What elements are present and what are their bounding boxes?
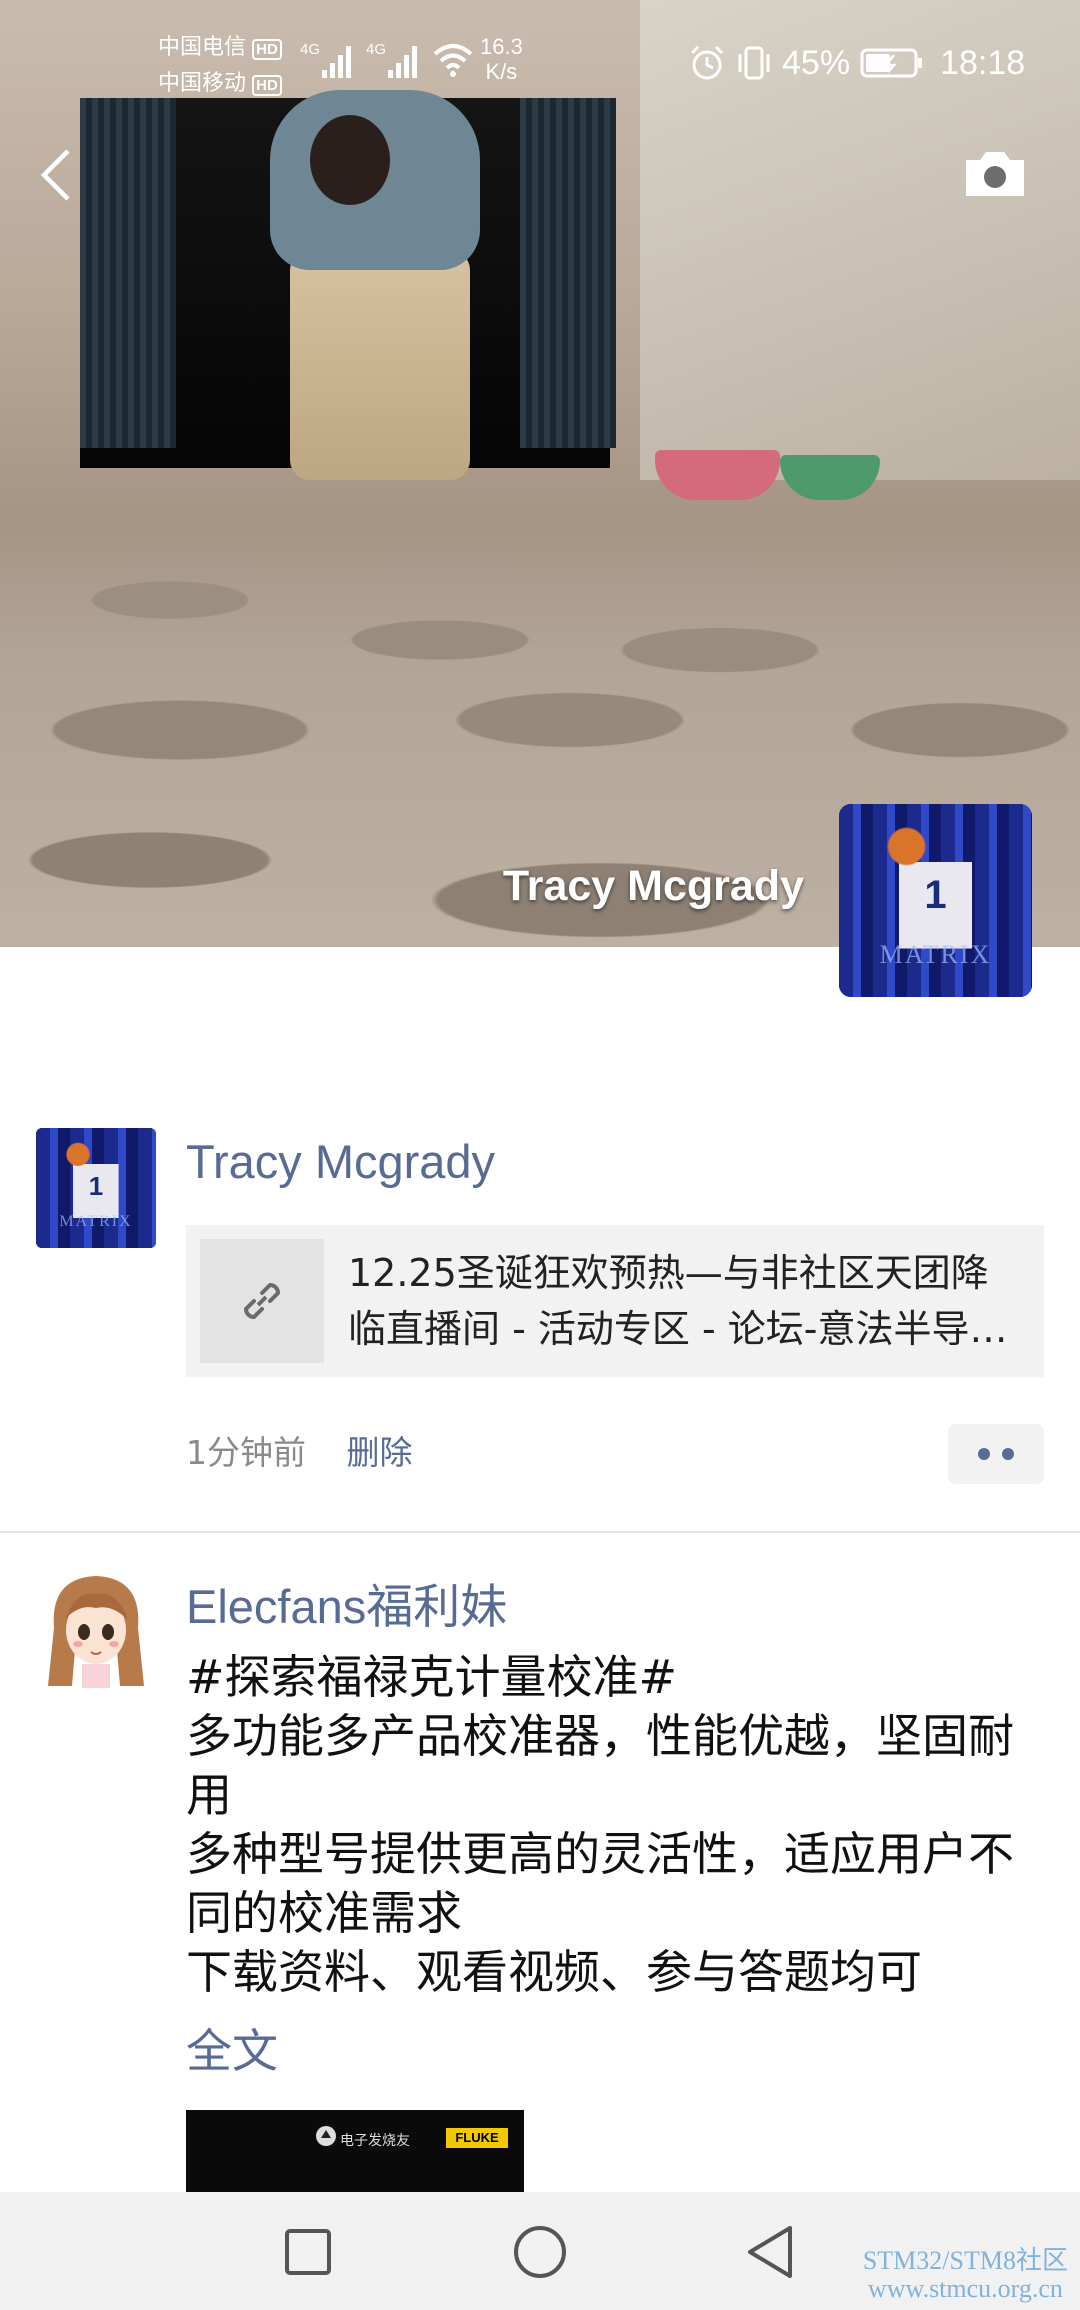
cover-person-legs bbox=[290, 250, 470, 480]
signal-icon: 4G bbox=[366, 36, 426, 85]
network-speed: 16.3 K/s bbox=[480, 34, 523, 84]
author-name[interactable]: Elecfans福利妹 bbox=[186, 1568, 507, 1637]
avatar-caption: MATRIX bbox=[879, 939, 992, 969]
post-body-text: #探索福禄克计量校准# 多功能多产品校准器，性能优越，坚固耐用 多种型号提供更高… bbox=[186, 1650, 1014, 1999]
carrier-1: 中国电信 bbox=[158, 34, 247, 59]
circle-icon[interactable] bbox=[510, 2222, 570, 2282]
watermark-line-1: STM32/STM8社区 bbox=[862, 2246, 1068, 2275]
network-2: 4G bbox=[366, 41, 386, 58]
shared-link-card[interactable]: 12.25圣诞狂欢预热—与非社区天团降临直播间 - 活动专区 - 论坛-意法半导… bbox=[186, 1225, 1044, 1377]
chevron-left-icon[interactable] bbox=[36, 145, 76, 205]
camera-icon[interactable] bbox=[962, 148, 1028, 200]
link-icon bbox=[200, 1239, 324, 1363]
author-avatar[interactable] bbox=[36, 1568, 156, 1688]
square-icon[interactable] bbox=[278, 2222, 338, 2282]
speed-unit: K/s bbox=[485, 59, 518, 84]
status-right: 45% 18:18 bbox=[688, 40, 1025, 86]
cover-owner-name: Tracy Mcgrady bbox=[502, 862, 804, 910]
more-dots-icon[interactable] bbox=[948, 1424, 1044, 1484]
speed-value: 16.3 bbox=[480, 34, 523, 59]
cover-green-basin bbox=[780, 455, 880, 500]
avatar-caption: MATRIX bbox=[59, 1213, 133, 1231]
vibrate-icon bbox=[738, 46, 770, 80]
triangle-back-icon[interactable] bbox=[740, 2222, 800, 2282]
battery-icon bbox=[860, 48, 923, 78]
avatar-jersey-number: 1 bbox=[924, 873, 947, 918]
post-time: 1分钟前 bbox=[186, 1433, 306, 1472]
post-meta: 1分钟前 删除 bbox=[186, 1426, 413, 1474]
link-title: 12.25圣诞狂欢预热—与非社区天团降临直播间 - 活动专区 - 论坛-意法半导… bbox=[348, 1251, 1008, 1351]
cover-person-head bbox=[310, 115, 390, 205]
network-1: 4G bbox=[300, 41, 320, 58]
image-partner-logo: FLUKE bbox=[446, 2128, 508, 2148]
image-brand-text: 电子发烧友 bbox=[340, 2133, 410, 2149]
cover-door-left bbox=[80, 98, 176, 448]
author-avatar[interactable]: 1 MATRIX bbox=[36, 1128, 156, 1248]
battery-percent: 45% bbox=[782, 43, 851, 82]
hd-badge: HD bbox=[252, 39, 282, 60]
watermark-line-2: www.stmcu.org.cn bbox=[867, 2274, 1063, 2303]
author-name[interactable]: Tracy Mcgrady bbox=[186, 1134, 495, 1189]
carrier-2: 中国移动 bbox=[158, 70, 247, 95]
wifi-icon bbox=[432, 40, 474, 83]
delete-button[interactable]: 删除 bbox=[347, 1433, 413, 1472]
carrier-info: 中国电信 HD 中国移动 HD bbox=[158, 30, 282, 102]
brand-logo-icon bbox=[316, 2126, 336, 2146]
signal-icon: 4G bbox=[300, 36, 360, 85]
alarm-icon bbox=[690, 45, 724, 80]
cover-door-right bbox=[520, 98, 616, 448]
full-text-link[interactable]: 全文 bbox=[186, 2015, 278, 2081]
status-bar: 中国电信 HD 中国移动 HD 4G 4G 16.3 K/s 45% 18:18 bbox=[0, 0, 1080, 120]
cover-avatar[interactable]: 1 MATRIX bbox=[839, 804, 1032, 997]
watermark: STM32/STM8社区 www.stmcu.org.cn bbox=[863, 2247, 1068, 2303]
post-divider bbox=[0, 1531, 1080, 1533]
hd-badge: HD bbox=[252, 75, 282, 96]
clock: 18:18 bbox=[940, 43, 1026, 82]
cover-pink-basin bbox=[655, 450, 780, 500]
avatar-jersey-number: 1 bbox=[88, 1171, 104, 1202]
